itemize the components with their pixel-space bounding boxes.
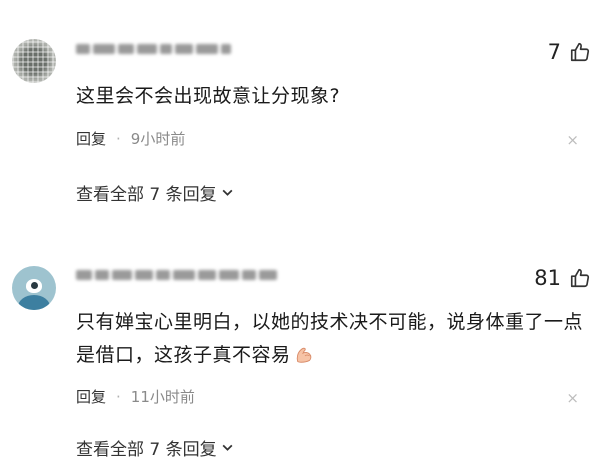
meta-separator: · xyxy=(116,129,121,148)
reply-button[interactable]: 回复 xyxy=(76,386,106,407)
chevron-down-icon xyxy=(222,444,233,451)
like-button[interactable]: 7 xyxy=(548,40,591,64)
thumbs-up-icon xyxy=(570,268,590,288)
comment-meta: 回复 · 11小时前 xyxy=(76,386,195,407)
username-blurred[interactable] xyxy=(76,268,277,282)
comment-meta: 回复 · 9小时前 xyxy=(76,128,185,149)
username-blurred[interactable] xyxy=(76,42,231,56)
comment-text-container: 只有婵宝心里明白，以她的技术决不可能，说身体重了一点是借口，这孩子真不容易 xyxy=(76,306,591,372)
timestamp: 11小时前 xyxy=(130,388,195,406)
chevron-down-icon xyxy=(222,189,233,196)
avatar[interactable] xyxy=(12,39,56,83)
like-count: 81 xyxy=(534,266,561,290)
thumbs-up-icon xyxy=(570,42,590,62)
close-icon[interactable]: × xyxy=(566,131,579,149)
timestamp: 9小时前 xyxy=(130,130,186,148)
like-count: 7 xyxy=(547,40,561,64)
close-icon[interactable]: × xyxy=(566,389,579,407)
comment-text: 只有婵宝心里明白，以她的技术决不可能，说身体重了一点是借口，这孩子真不容易 xyxy=(76,311,584,366)
reply-button[interactable]: 回复 xyxy=(76,128,106,149)
avatar-pupil xyxy=(31,282,38,289)
view-all-replies-button[interactable]: 查看全部 7 条回复 xyxy=(76,435,234,460)
comment-text: 这里会不会出现故意让分现象? xyxy=(76,85,341,107)
view-replies-label: 查看全部 7 条回复 xyxy=(76,185,217,205)
like-button[interactable]: 81 xyxy=(534,266,591,290)
flexed-biceps-icon xyxy=(296,347,311,363)
view-all-replies-button[interactable]: 查看全部 7 条回复 xyxy=(76,180,234,205)
avatar[interactable] xyxy=(12,266,56,310)
meta-separator: · xyxy=(116,387,121,406)
avatar-figure xyxy=(18,295,50,310)
view-replies-label: 查看全部 7 条回复 xyxy=(76,440,217,460)
